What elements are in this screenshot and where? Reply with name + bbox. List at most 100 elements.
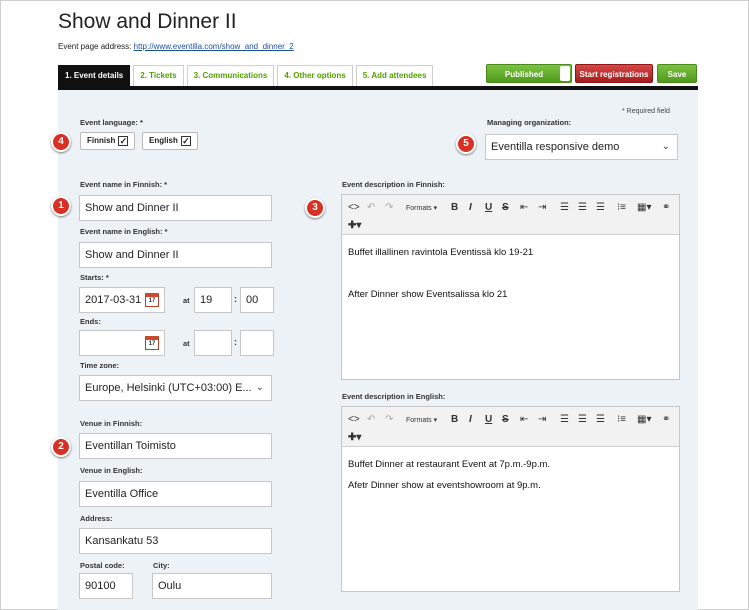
strikethrough-icon[interactable]: S <box>502 201 509 215</box>
undo-icon[interactable]: ↶ <box>367 413 375 427</box>
postal-code-input[interactable]: 90100 <box>79 573 133 599</box>
callout-badge-1: 1 <box>51 196 71 216</box>
timezone-value: Europe, Helsinki (UTC+03:00) E... <box>85 382 252 394</box>
ends-label: Ends: <box>80 317 101 326</box>
desc-fi-line-2: After Dinner show Eventsalissa klo 21 <box>348 289 508 300</box>
start-minute-input[interactable]: 00 <box>240 287 274 313</box>
desc-en-label: Event description in English: <box>342 392 446 401</box>
calendar-icon[interactable]: 17 <box>145 336 159 350</box>
desc-en-line-1: Buffet Dinner at restaurant Event at 7p.… <box>348 459 551 470</box>
underline-icon[interactable]: U <box>485 413 492 427</box>
desc-en-line-2: Afetr Dinner show at eventshowroom at 9p… <box>348 480 541 491</box>
formats-label: Formats <box>406 417 432 424</box>
indent-icon[interactable]: ⇥ <box>538 201 546 215</box>
name-en-label: Event name in English: * <box>80 227 168 236</box>
tab-event-details[interactable]: 1. Event details <box>58 65 131 87</box>
published-label: Published <box>504 70 544 79</box>
event-address: Event page address: http://www.eventilla… <box>58 42 294 51</box>
formats-dropdown[interactable]: Formats ▾ <box>406 202 437 216</box>
city-input[interactable]: Oulu <box>152 573 272 599</box>
calendar-icon[interactable]: 17 <box>145 293 159 307</box>
language-finnish-checkbox[interactable]: Finnish ✓ <box>80 132 136 150</box>
link-icon[interactable]: ⚭ <box>662 201 670 215</box>
check-icon: ✓ <box>118 136 129 146</box>
organization-label: Managing organization: <box>487 118 572 127</box>
source-code-icon[interactable]: <> <box>348 201 360 215</box>
source-code-icon[interactable]: <> <box>348 413 360 427</box>
underline-icon[interactable]: U <box>485 201 492 215</box>
bold-icon[interactable]: B <box>451 201 458 215</box>
tab-tickets[interactable]: 2. Tickets <box>133 65 184 87</box>
italic-icon[interactable]: I <box>469 201 472 215</box>
align-left-icon[interactable]: ☰ <box>560 201 569 215</box>
language-english-checkbox[interactable]: English ✓ <box>142 132 198 150</box>
required-note: * Required field <box>622 108 670 115</box>
starts-label: Starts: * <box>80 273 109 282</box>
name-fi-input[interactable]: Show and Dinner II <box>79 195 272 221</box>
event-address-link[interactable]: http://www.eventilla.com/show_and_dinner… <box>134 42 294 51</box>
starts-at-label: at <box>183 296 190 305</box>
ends-at-label: at <box>183 339 190 348</box>
start-date-input[interactable]: 2017-03-31 17 <box>79 287 165 313</box>
chevron-down-icon: ⌄ <box>255 382 264 393</box>
bullet-list-icon[interactable]: ⁝≡ <box>617 201 626 215</box>
desc-fi-toolbar: <> ↶ ↷ Formats ▾ B I U S ⇤ ⇥ ☰ ☰ ☰ ⁝≡ ▦▾… <box>342 195 679 235</box>
strikethrough-icon[interactable]: S <box>502 413 509 427</box>
timezone-label: Time zone: <box>80 361 120 370</box>
table-icon[interactable]: ▦▾ <box>637 413 651 427</box>
formats-dropdown[interactable]: Formats ▾ <box>406 414 437 428</box>
callout-badge-3: 3 <box>305 198 325 218</box>
end-hour-input[interactable] <box>194 330 232 356</box>
desc-en-editor[interactable]: <> ↶ ↷ Formats ▾ B I U S ⇤ ⇥ ☰ ☰ ☰ ⁝≡ ▦▾… <box>341 406 680 592</box>
formats-label: Formats <box>406 205 432 212</box>
organization-select[interactable]: Eventilla responsive demo ⌄ <box>485 134 678 160</box>
table-icon[interactable]: ▦▾ <box>637 201 651 215</box>
align-justify-icon[interactable]: ☰ <box>596 201 605 215</box>
redo-icon[interactable]: ↷ <box>385 201 393 215</box>
venue-en-input[interactable]: Eventilla Office <box>79 481 272 507</box>
end-date-input[interactable]: 17 <box>79 330 165 356</box>
desc-fi-label: Event description in Finnish: <box>342 180 445 189</box>
start-date-value: 2017-03-31 <box>85 294 142 306</box>
tab-communications[interactable]: 3. Communications <box>186 65 275 87</box>
name-en-input[interactable]: Show and Dinner II <box>79 242 272 268</box>
align-justify-icon[interactable]: ☰ <box>596 413 605 427</box>
outdent-icon[interactable]: ⇤ <box>520 413 528 427</box>
address-input[interactable]: Kansankatu 53 <box>79 528 272 554</box>
align-center-icon[interactable]: ☰ <box>578 413 587 427</box>
desc-fi-editor[interactable]: <> ↶ ↷ Formats ▾ B I U S ⇤ ⇥ ☰ ☰ ☰ ⁝≡ ▦▾… <box>341 194 680 380</box>
event-address-label: Event page address: <box>58 42 132 51</box>
align-left-icon[interactable]: ☰ <box>560 413 569 427</box>
italic-icon[interactable]: I <box>469 413 472 427</box>
venue-fi-label: Venue in Finnish: <box>80 419 143 428</box>
end-minute-input[interactable] <box>240 330 274 356</box>
indent-icon[interactable]: ⇥ <box>538 413 546 427</box>
bullet-list-icon[interactable]: ⁝≡ <box>617 413 626 427</box>
outdent-icon[interactable]: ⇤ <box>520 201 528 215</box>
check-icon: ✓ <box>180 136 191 146</box>
undo-icon[interactable]: ↶ <box>367 201 375 215</box>
timezone-select[interactable]: Europe, Helsinki (UTC+03:00) E... ⌄ <box>79 375 272 401</box>
language-finnish-label: Finnish <box>87 136 116 145</box>
published-toggle[interactable]: Published <box>486 64 572 83</box>
start-registrations-button[interactable]: Start registrations <box>575 64 653 83</box>
bold-icon[interactable]: B <box>451 413 458 427</box>
event-language-label: Event language: * <box>80 118 143 127</box>
page-title: Show and Dinner II <box>58 10 237 33</box>
tab-other-options[interactable]: 4. Other options <box>277 65 353 87</box>
save-button[interactable]: Save <box>657 64 697 83</box>
postal-code-label: Postal code: <box>80 561 125 570</box>
toggle-knob <box>560 66 570 81</box>
link-icon[interactable]: ⚭ <box>662 413 670 427</box>
insert-plus-icon[interactable]: ✚▾ <box>348 431 361 445</box>
start-time-separator: : <box>234 294 237 304</box>
insert-plus-icon[interactable]: ✚▾ <box>348 219 361 233</box>
venue-en-label: Venue in English: <box>80 466 143 475</box>
desc-en-toolbar: <> ↶ ↷ Formats ▾ B I U S ⇤ ⇥ ☰ ☰ ☰ ⁝≡ ▦▾… <box>342 407 679 447</box>
align-center-icon[interactable]: ☰ <box>578 201 587 215</box>
venue-fi-input[interactable]: Eventillan Toimisto <box>79 433 272 459</box>
start-hour-input[interactable]: 19 <box>194 287 232 313</box>
desc-fi-line-1: Buffet illallinen ravintola Eventissä kl… <box>348 247 534 258</box>
tab-add-attendees[interactable]: 5. Add attendees <box>355 65 434 87</box>
redo-icon[interactable]: ↷ <box>385 413 393 427</box>
